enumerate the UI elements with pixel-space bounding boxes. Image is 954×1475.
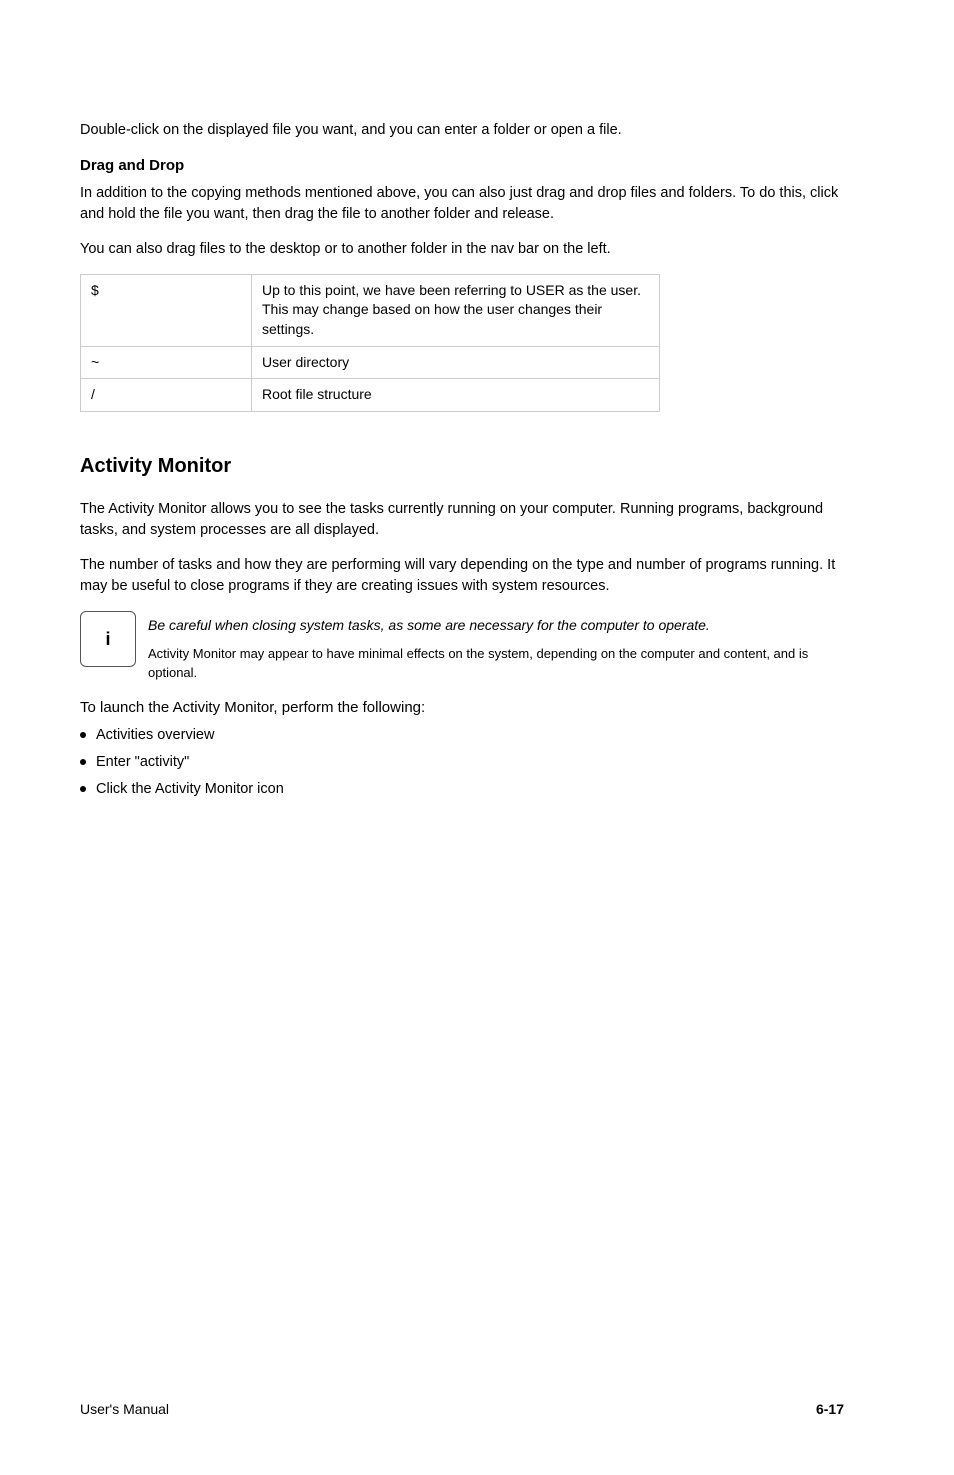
table-row: ~ User directory [81,346,660,379]
table-row: / Root file structure [81,379,660,412]
list-item-text: Activities overview [96,725,214,746]
symbol-table: $ Up to this point, we have been referri… [80,274,660,412]
bullet-icon [80,786,86,792]
footer-left: User's Manual [80,1399,169,1419]
dnd-paragraph-2: You can also drag files to the desktop o… [80,239,844,260]
launch-heading: To launch the Activity Monitor, perform … [80,697,844,719]
table-row: $ Up to this point, we have been referri… [81,274,660,346]
symbol-cell: / [81,379,252,412]
symbol-cell: ~ [81,346,252,379]
dnd-paragraph-1: In addition to the copying methods menti… [80,183,844,225]
list-item-text: Enter "activity" [96,752,189,773]
list-item-text: Click the Activity Monitor icon [96,779,284,800]
bullet-icon [80,732,86,738]
list-item: Enter "activity" [80,752,844,773]
note-text: Be careful when closing system tasks, as… [148,611,844,635]
symbol-cell: $ [81,274,252,346]
list-item: Activities overview [80,725,844,746]
bullet-icon [80,759,86,765]
am-paragraph-1: The Activity Monitor allows you to see t… [80,499,844,541]
section-title: Activity Monitor [80,452,844,481]
launch-steps-list: Activities overview Enter "activity" Cli… [80,725,844,800]
note-footnote: Activity Monitor may appear to have mini… [148,641,844,683]
intro-paragraph: Double-click on the displayed file you w… [80,120,844,141]
document-page: Double-click on the displayed file you w… [0,0,954,1475]
note-block: i Be careful when closing system tasks, … [80,611,844,683]
definition-cell: User directory [252,346,660,379]
list-item: Click the Activity Monitor icon [80,779,844,800]
dnd-heading: Drag and Drop [80,155,844,177]
definition-cell: Root file structure [252,379,660,412]
page-number: 6-17 [816,1399,844,1419]
page-footer: User's Manual 6-17 [80,1399,844,1419]
definition-cell: Up to this point, we have been referring… [252,274,660,346]
info-icon: i [80,611,136,667]
am-paragraph-2: The number of tasks and how they are per… [80,555,844,597]
